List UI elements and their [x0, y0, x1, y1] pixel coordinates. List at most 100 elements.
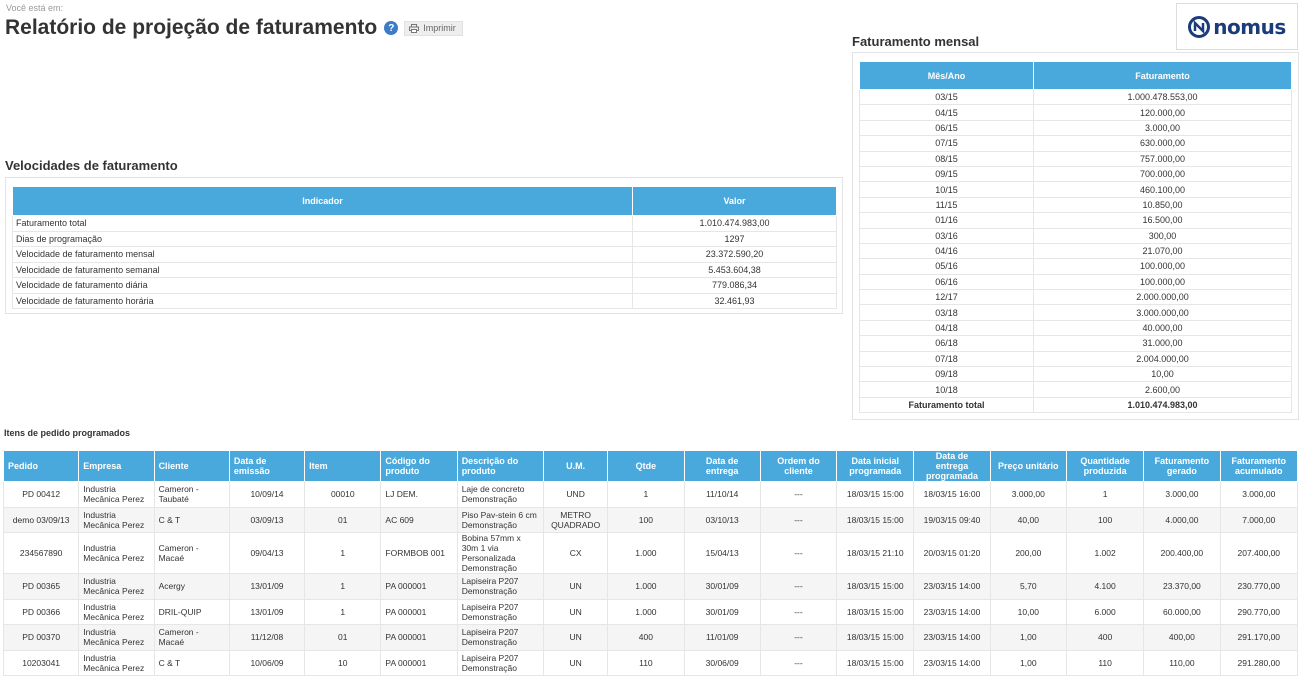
column-header[interactable]: Mês/Ano — [859, 61, 1034, 90]
table-cell: demo 03/09/13 — [2, 506, 80, 533]
billing-cell: 1.000.478.553,00 — [1033, 88, 1292, 106]
faturamento-mensal-body: 03/15 1.000.478.553,00 04/15 120.000,00 06/1… — [859, 88, 1292, 414]
table-cell: LJ DEM. — [380, 481, 458, 508]
column-header[interactable]: Qtde — [607, 450, 685, 482]
printer-icon — [409, 23, 420, 33]
itens-title: Itens de pedido programados — [4, 428, 131, 438]
table-cell: Acergy — [153, 573, 230, 600]
value-cell: 5.453.604,38 — [632, 261, 837, 278]
table-header-row: Indicador Valor — [12, 186, 837, 216]
billing-cell: 120.000,00 — [1033, 104, 1292, 121]
table-cell: 1 — [304, 598, 382, 625]
value-cell: 779.086,34 — [632, 277, 837, 294]
table-cell: 10 — [304, 649, 382, 676]
table-cell: 4.100 — [1065, 573, 1145, 600]
print-button[interactable]: Imprimir — [404, 20, 463, 36]
table-row: Velocidade de faturamento diária 779.086,… — [12, 277, 837, 294]
table-row[interactable]: PD 00370 Industria Mecânica Perez Cameron … — [2, 624, 1299, 651]
billing-cell: 2.004.000,00 — [1033, 350, 1292, 368]
table-cell: 10203041 — [2, 649, 80, 676]
table-cell: 30/01/09 — [683, 598, 761, 625]
table-cell: 10,00 — [989, 598, 1067, 625]
column-header[interactable]: U.M. — [543, 450, 609, 482]
table-cell: 18/03/15 15:00 — [836, 649, 915, 676]
month-cell: 03/18 — [859, 304, 1034, 321]
table-cell: 15/04/13 — [683, 532, 761, 574]
column-header[interactable]: Valor — [632, 186, 837, 216]
column-header[interactable]: Item — [304, 450, 382, 482]
table-cell: 19/03/15 09:40 — [913, 506, 991, 533]
table-cell: --- — [759, 573, 838, 600]
billing-cell: 40.000,00 — [1033, 319, 1292, 337]
table-cell: FORMBOB 001 — [380, 532, 458, 574]
table-cell: 23/03/15 14:00 — [913, 624, 991, 651]
table-cell: 234567890 — [2, 532, 80, 574]
month-cell: 09/18 — [859, 366, 1034, 383]
table-row: 07/18 2.004.000,00 — [859, 350, 1292, 368]
table-cell: Cameron - Taubaté — [153, 481, 230, 508]
month-cell: 10/18 — [859, 381, 1034, 398]
column-header[interactable]: Data de entrega programada — [913, 450, 991, 482]
column-header[interactable]: Indicador — [12, 186, 633, 216]
column-header[interactable]: Ordem do cliente — [759, 450, 838, 482]
billing-cell: 3.000.000,00 — [1033, 304, 1292, 321]
column-header[interactable]: Data inicial programada — [836, 450, 915, 482]
column-header[interactable]: Quantidade produzida — [1065, 450, 1145, 482]
table-cell: 400 — [607, 624, 685, 651]
column-header[interactable]: Empresa — [78, 450, 155, 482]
faturamento-mensal-table: Mês/Ano Faturamento 03/15 1.000.478.553,0… — [859, 61, 1292, 414]
velocidades-title: Velocidades de faturamento — [5, 158, 178, 173]
indicator-cell: Velocidade de faturamento diária — [12, 277, 633, 294]
table-row: 11/15 10.850,00 — [859, 196, 1292, 214]
table-cell: Industria Mecânica Perez — [78, 624, 155, 651]
table-cell: 01 — [304, 506, 382, 533]
table-row[interactable]: 10203041 Industria Mecânica Perez C & T 10/… — [2, 649, 1299, 676]
table-cell: --- — [759, 624, 838, 651]
column-header[interactable]: Descrição do produto — [456, 450, 545, 482]
billing-cell: 10,00 — [1033, 366, 1292, 383]
table-cell: 291.280,00 — [1219, 649, 1299, 676]
column-header[interactable]: Código do produto — [380, 450, 458, 482]
column-header[interactable]: Preço unitário — [989, 450, 1067, 482]
table-cell: 230.770,00 — [1219, 573, 1299, 600]
table-row: 12/17 2.000.000,00 — [859, 289, 1292, 306]
table-header-row: Mês/Ano Faturamento — [859, 61, 1292, 90]
table-row: 04/15 120.000,00 — [859, 104, 1292, 121]
column-header[interactable]: Data de emissão — [228, 450, 306, 482]
table-cell: PD 00366 — [2, 598, 80, 625]
table-row[interactable]: PD 00366 Industria Mecânica Perez DRIL-QUI… — [2, 598, 1299, 625]
table-row[interactable]: PD 00412 Industria Mecânica Perez Cameron … — [2, 481, 1299, 508]
table-row[interactable]: 234567890 Industria Mecânica Perez Cameron… — [2, 532, 1299, 574]
total-row: Faturamento total 1.010.474.983,00 — [859, 396, 1292, 414]
month-cell: 04/16 — [859, 242, 1034, 260]
itens-table: Pedido Empresa Cliente Data de emissão Item C… — [2, 450, 1299, 676]
column-header[interactable]: Faturamento gerado — [1143, 450, 1221, 482]
column-header[interactable]: Faturamento — [1033, 61, 1292, 90]
column-header[interactable]: Cliente — [153, 450, 230, 482]
table-cell: 03/10/13 — [683, 506, 761, 533]
help-icon[interactable]: ? — [384, 21, 399, 35]
table-cell: 5,70 — [989, 573, 1067, 600]
table-row[interactable]: PD 00365 Industria Mecânica Perez Acergy 13… — [2, 573, 1299, 600]
column-header[interactable]: Pedido — [2, 450, 80, 482]
table-row: 06/15 3.000,00 — [859, 119, 1292, 137]
value-cell: 23.372.590,20 — [632, 246, 837, 263]
table-cell: 1,00 — [989, 649, 1067, 676]
month-cell: 06/15 — [859, 119, 1034, 137]
table-row[interactable]: demo 03/09/13 Industria Mecânica Perez C &… — [2, 506, 1299, 533]
table-row: 04/16 21.070,00 — [859, 242, 1292, 260]
billing-cell: 31.000,00 — [1033, 335, 1292, 352]
indicator-cell: Dias de programação — [12, 230, 633, 247]
column-header[interactable]: Data de entrega — [683, 450, 761, 482]
billing-cell: 100.000,00 — [1033, 258, 1292, 275]
company-logo: nomus — [1176, 3, 1298, 50]
table-cell: 1.000 — [607, 532, 685, 574]
table-row: 10/18 2.600,00 — [859, 381, 1292, 398]
month-cell: 01/16 — [859, 212, 1034, 229]
table-cell: 1 — [304, 573, 382, 600]
table-row: Velocidade de faturamento semanal 5.453.6… — [12, 261, 837, 278]
table-cell: 23/03/15 14:00 — [913, 649, 991, 676]
billing-cell: 3.000,00 — [1033, 119, 1292, 137]
billing-cell: 700.000,00 — [1033, 165, 1292, 183]
column-header[interactable]: Faturamento acumulado — [1219, 450, 1299, 482]
